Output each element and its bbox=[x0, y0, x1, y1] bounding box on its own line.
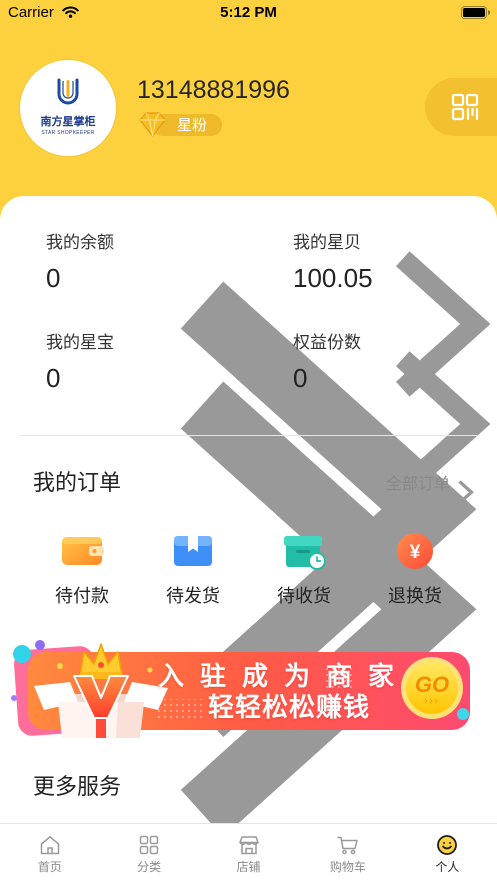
tab-category[interactable]: 分类 bbox=[99, 824, 198, 883]
store-icon bbox=[238, 836, 259, 855]
more-services-title: 更多服务 bbox=[33, 775, 122, 800]
logo-title: 南方星掌柜 bbox=[40, 115, 96, 128]
home-icon bbox=[40, 836, 59, 855]
tab-label: 个人 bbox=[435, 860, 460, 874]
tab-cart[interactable]: 购物车 bbox=[298, 824, 397, 883]
orders-section-title: 我的订单 bbox=[33, 471, 122, 496]
order-label: 待收货 bbox=[277, 586, 331, 607]
order-label: 待发货 bbox=[166, 586, 220, 607]
order-pending-payment[interactable]: 待付款 bbox=[32, 526, 132, 610]
go-button[interactable]: GO bbox=[401, 657, 463, 719]
tab-home[interactable]: 首页 bbox=[0, 824, 99, 883]
stat-value: 100.05 bbox=[293, 263, 373, 293]
chevron-right-icon bbox=[458, 480, 474, 505]
tab-profile[interactable]: 个人 bbox=[398, 824, 497, 883]
go-button-label: GO bbox=[414, 672, 450, 697]
order-label: 待付款 bbox=[55, 586, 109, 607]
order-returns[interactable]: ¥ 退换货 bbox=[365, 526, 465, 610]
qr-code-icon bbox=[451, 93, 479, 121]
order-label: 退换货 bbox=[388, 586, 442, 607]
tab-label: 购物车 bbox=[329, 860, 366, 874]
stat-value: 0 bbox=[293, 363, 308, 393]
cart-icon bbox=[337, 836, 358, 855]
status-time: 5:12 PM bbox=[220, 4, 277, 21]
order-to-receive[interactable]: 待收货 bbox=[254, 526, 354, 610]
divider bbox=[20, 435, 477, 436]
banner-headline: 入驻成为商家 bbox=[158, 662, 411, 692]
battery-icon bbox=[461, 6, 490, 19]
delivery-box-icon bbox=[284, 536, 326, 570]
stat-value: 0 bbox=[46, 363, 61, 393]
qr-code-button[interactable] bbox=[425, 78, 497, 136]
user-phone: 13148881996 bbox=[137, 76, 290, 104]
merchant-promo-banner[interactable]: 入驻成为商家 轻轻松松赚钱 GO bbox=[0, 636, 497, 742]
avatar[interactable]: 南方星掌柜 STAR SHOPKEEPER bbox=[20, 60, 116, 156]
level-badge-label: 星粉 bbox=[177, 116, 208, 134]
stat-value: 0 bbox=[46, 263, 61, 293]
diamond-icon bbox=[139, 112, 166, 137]
store-logo-icon bbox=[57, 78, 79, 105]
stat-label: 我的星宝 bbox=[46, 333, 114, 353]
wallet-icon bbox=[62, 537, 104, 565]
stat-label: 权益份数 bbox=[293, 333, 361, 353]
yen-glyph: ¥ bbox=[410, 542, 421, 563]
stat-label: 我的星贝 bbox=[293, 233, 361, 253]
package-icon bbox=[174, 536, 212, 566]
stat-label: 我的余额 bbox=[46, 233, 114, 253]
tab-store[interactable]: 店铺 bbox=[199, 824, 298, 883]
profile-icon bbox=[437, 835, 458, 855]
logo-subtitle: STAR SHOPKEEPER bbox=[41, 130, 95, 136]
banner-subheadline: 轻轻松松赚钱 bbox=[208, 693, 371, 723]
category-icon bbox=[139, 835, 159, 855]
tab-label: 首页 bbox=[37, 860, 62, 874]
order-to-ship[interactable]: 待发货 bbox=[143, 526, 243, 610]
triple-chevron-icon bbox=[424, 698, 438, 704]
tab-label: 店铺 bbox=[236, 860, 261, 874]
tab-label: 分类 bbox=[137, 860, 162, 874]
view-all-orders-link[interactable]: 全部订单 bbox=[380, 472, 475, 505]
view-all-orders-label: 全部订单 bbox=[386, 474, 451, 493]
refund-icon: ¥ bbox=[397, 533, 433, 569]
tab-bar: 首页 分类 店铺 购物车 个人 bbox=[0, 823, 497, 883]
